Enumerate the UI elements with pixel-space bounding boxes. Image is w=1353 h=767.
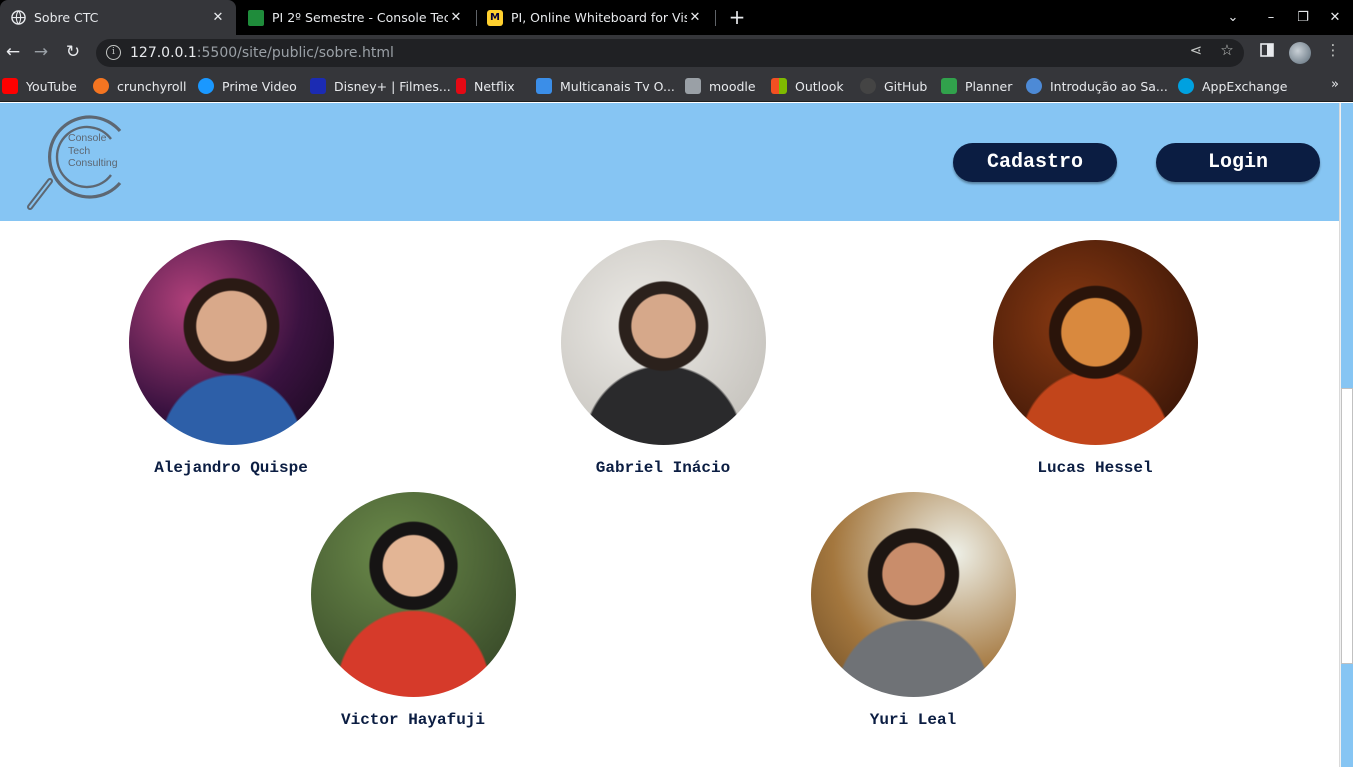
member-name: Lucas Hessel [1037,459,1153,477]
member-photo [810,492,1016,697]
logo-line: Console [68,132,107,144]
salesforce-cloud-icon [1178,78,1194,94]
member-photo [128,240,334,445]
scroll-track-bottom [1341,664,1353,767]
new-tab-button[interactable]: + [726,5,748,29]
bookmark-label: Disney+ | Filmes... [334,78,451,94]
disney-icon [310,78,326,94]
member-card: Lucas Hessel [970,240,1220,477]
logo-text: Console Tech Consulting [68,132,118,170]
tab-miro-whiteboard[interactable]: M PI, Online Whiteboard for Visu ✕ [477,0,713,35]
address-bar[interactable]: i 127.0.0.1:5500/site/public/sobre.html [96,39,1244,67]
close-window-icon[interactable]: ✕ [1318,0,1352,35]
menu-kebab-icon[interactable]: ⋮ [1323,40,1343,60]
member-photo [992,240,1198,445]
tab-strip: Sobre CTC ✕ PI 2º Semestre - Console Tec… [0,0,1353,35]
minimize-icon[interactable]: – [1254,0,1288,35]
address-path: :5500/site/public/sobre.html [196,45,394,61]
member-name: Gabriel Inácio [595,459,731,477]
planner-icon [941,78,957,94]
member-photo [560,240,766,445]
moodle-icon [685,78,701,94]
more-bookmarks-icon[interactable]: » [1331,77,1339,92]
bookmark-disney[interactable]: Disney+ | Filmes... [310,77,451,95]
scroll-thumb[interactable] [1341,388,1353,664]
restore-icon[interactable]: ❐ [1286,0,1320,35]
bookmark-appexchange[interactable]: AppExchange [1178,77,1288,95]
member-card: Gabriel Inácio [538,240,788,477]
bookmark-label: Outlook [795,78,844,94]
crunchyroll-icon [93,78,109,94]
bookmark-label: Introdução ao Sa... [1050,78,1168,94]
bookmark-label: AppExchange [1202,78,1288,94]
bookmark-youtube[interactable]: YouTube [2,77,77,95]
tab-title: PI 2º Semestre - Console Tech [272,10,448,25]
close-tab-icon[interactable]: ✕ [448,10,464,25]
member-card: Yuri Leal [788,492,1038,729]
bookmark-netflix[interactable]: Netflix [456,77,515,95]
close-tab-icon[interactable]: ✕ [687,10,703,25]
bookmark-prime-video[interactable]: Prime Video [198,77,297,95]
bookmark-crunchyroll[interactable]: crunchyroll [93,77,187,95]
site-info-icon[interactable]: i [106,45,121,60]
close-tab-icon[interactable]: ✕ [210,10,226,25]
netflix-icon [456,78,466,94]
tab-pi-semestre[interactable]: PI 2º Semestre - Console Tech ✕ [238,0,474,35]
address-host: 127.0.0.1 [130,45,197,61]
logo-line: Consulting [68,157,118,169]
member-card: Victor Hayafuji [288,492,538,729]
login-button[interactable]: Login [1156,143,1320,182]
side-panel-icon[interactable] [1257,40,1277,60]
youtube-icon [2,78,18,94]
bookmark-label: crunchyroll [117,78,187,94]
page-scrollbar[interactable] [1339,103,1353,767]
miro-icon: M [487,9,503,26]
browser-toolbar: ← → ↻ i 127.0.0.1:5500/site/public/sobre… [0,35,1353,70]
member-photo [310,492,516,697]
tv-icon [536,78,552,94]
bookmark-outlook[interactable]: Outlook [771,77,844,95]
tab-title: Sobre CTC [34,10,99,25]
prime-video-icon [198,78,214,94]
tab-sobre-ctc[interactable]: Sobre CTC ✕ [0,0,236,35]
bookmark-multicanais[interactable]: Multicanais Tv O... [536,77,675,95]
bookmark-label: moodle [709,78,756,94]
microsoft-icon [771,78,787,94]
bookmark-introducao[interactable]: Introdução ao Sa... [1026,77,1168,95]
bookmark-label: YouTube [26,78,77,94]
reload-icon[interactable]: ↻ [60,39,86,65]
logo-line: Tech [68,144,91,157]
trailhead-icon [1026,78,1042,94]
site-header: Console Tech Consulting Cadastro Login [0,103,1339,221]
tab-search-icon[interactable]: ⌄ [1216,0,1250,35]
tab-divider [715,10,716,26]
address-url: 127.0.0.1:5500/site/public/sobre.html [130,45,394,61]
share-icon[interactable]: ⋖ [1186,40,1206,60]
back-arrow-icon[interactable]: ← [0,39,26,65]
page-viewport: Console Tech Consulting Cadastro Login A… [0,103,1339,767]
bookmark-label: Prime Video [222,78,297,94]
planner-icon [248,9,264,26]
scroll-track-top [1341,103,1353,388]
bookmark-label: GitHub [884,78,928,94]
bookmark-github[interactable]: GitHub [860,77,927,95]
bookmark-label: Planner [965,78,1013,94]
github-icon [860,78,876,94]
bookmark-star-icon[interactable]: ☆ [1217,40,1237,60]
member-name: Yuri Leal [869,711,957,729]
signup-button[interactable]: Cadastro [953,143,1117,182]
bookmark-label: Multicanais Tv O... [560,78,675,94]
member-name: Victor Hayafuji [340,711,486,729]
bookmark-moodle[interactable]: moodle [685,77,756,95]
bookmark-label: Netflix [474,78,515,94]
bookmarks-bar: YouTube crunchyroll Prime Video Disney+ … [0,70,1353,102]
member-card: Alejandro Quispe [106,240,356,477]
profile-avatar[interactable] [1289,42,1311,64]
globe-icon [10,10,26,26]
forward-arrow-icon[interactable]: → [28,39,54,65]
member-name: Alejandro Quispe [154,459,308,477]
ctc-logo[interactable]: Console Tech Consulting [26,109,126,213]
bookmark-planner[interactable]: Planner [941,77,1012,95]
tab-title: PI, Online Whiteboard for Visu [511,10,687,25]
